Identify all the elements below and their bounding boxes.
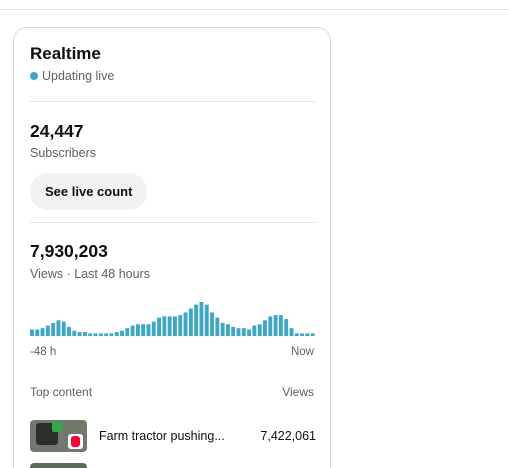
- chart-bar[interactable]: [173, 316, 177, 336]
- chart-bar[interactable]: [305, 333, 310, 336]
- video-title[interactable]: Farm tractor pushing...: [99, 429, 225, 443]
- chart-bar[interactable]: [146, 324, 151, 336]
- chart-axis-end: Now: [290, 346, 314, 358]
- chart-bar[interactable]: [294, 333, 299, 336]
- chart-bar[interactable]: [56, 320, 61, 336]
- chart-axis-start: -48 h: [30, 346, 57, 358]
- video-views: 7,422,061: [260, 429, 316, 443]
- chart-bar[interactable]: [252, 325, 257, 336]
- views-bar-chart[interactable]: [30, 296, 316, 336]
- video-thumbnail[interactable]: [30, 420, 87, 452]
- chart-bar[interactable]: [67, 326, 71, 336]
- chart-bar[interactable]: [210, 312, 214, 336]
- chart-bar[interactable]: [310, 333, 315, 336]
- chart-bar[interactable]: [51, 322, 56, 336]
- video-thumbnail[interactable]: [30, 463, 87, 468]
- card-title: Realtime: [30, 44, 101, 63]
- chart-bar[interactable]: [273, 315, 278, 336]
- chart-bar[interactable]: [72, 330, 77, 336]
- chart-bar[interactable]: [241, 328, 246, 336]
- chart-bar[interactable]: [284, 319, 289, 336]
- chart-bar[interactable]: [82, 332, 87, 336]
- chart-bar[interactable]: [109, 333, 114, 336]
- realtime-card: Realtime Updating live 24,447 Subscriber…: [13, 27, 331, 468]
- subscriber-count: 24,447: [30, 121, 84, 141]
- chart-bar[interactable]: [204, 304, 209, 336]
- chart-bar[interactable]: [45, 325, 50, 336]
- chart-bar[interactable]: [225, 324, 230, 336]
- top-content-heading: Top content: [30, 385, 93, 399]
- chart-bar[interactable]: [278, 315, 283, 336]
- chart-bar[interactable]: [300, 333, 305, 336]
- chart-bar[interactable]: [257, 324, 262, 336]
- chart-bar[interactable]: [220, 322, 225, 336]
- chart-bar[interactable]: [30, 329, 34, 336]
- live-status-label: Updating live: [42, 69, 115, 83]
- chart-bar[interactable]: [120, 330, 124, 336]
- chart-bar[interactable]: [98, 333, 103, 336]
- chart-bar[interactable]: [61, 321, 66, 336]
- chart-bar[interactable]: [77, 332, 82, 336]
- chart-bar[interactable]: [215, 317, 220, 336]
- chart-bar[interactable]: [151, 321, 156, 336]
- chart-bar[interactable]: [236, 328, 241, 336]
- top-content-row[interactable]: Farm tractor pushing... 7,422,061: [30, 420, 316, 454]
- live-status: Updating live: [30, 69, 114, 83]
- chart-bar[interactable]: [268, 316, 273, 336]
- see-live-count-button[interactable]: See live count: [30, 173, 148, 210]
- chart-bar[interactable]: [104, 333, 109, 336]
- chart-bar[interactable]: [289, 328, 294, 336]
- chart-bar[interactable]: [247, 329, 252, 336]
- chart-bar[interactable]: [135, 324, 140, 336]
- chart-bar[interactable]: [157, 317, 162, 336]
- chart-bar[interactable]: [114, 332, 119, 336]
- divider: [30, 101, 316, 102]
- chart-bar[interactable]: [141, 324, 146, 336]
- chart-bar[interactable]: [188, 308, 193, 336]
- chart-bar[interactable]: [130, 325, 135, 336]
- chart-bar[interactable]: [194, 304, 199, 336]
- chart-bar[interactable]: [88, 333, 93, 336]
- chart-bar[interactable]: [125, 328, 130, 336]
- top-divider: [0, 9, 509, 10]
- chart-bar[interactable]: [167, 316, 172, 336]
- chart-bar[interactable]: [40, 328, 45, 336]
- shorts-icon: [68, 434, 83, 449]
- chart-bar[interactable]: [35, 329, 40, 336]
- chart-bar[interactable]: [263, 320, 267, 336]
- chart-bar[interactable]: [231, 326, 236, 336]
- subscriber-label: Subscribers: [30, 146, 96, 160]
- chart-bar[interactable]: [93, 333, 98, 336]
- chart-bar[interactable]: [183, 312, 188, 336]
- views-count: 7,930,203: [30, 241, 108, 261]
- top-content-views-heading: Views: [282, 385, 314, 399]
- live-dot-icon: [30, 72, 38, 80]
- chart-bar[interactable]: [178, 315, 183, 336]
- chart-bar[interactable]: [162, 316, 167, 336]
- divider: [30, 222, 316, 223]
- views-label: Views · Last 48 hours: [30, 267, 150, 281]
- chart-bar[interactable]: [199, 302, 204, 336]
